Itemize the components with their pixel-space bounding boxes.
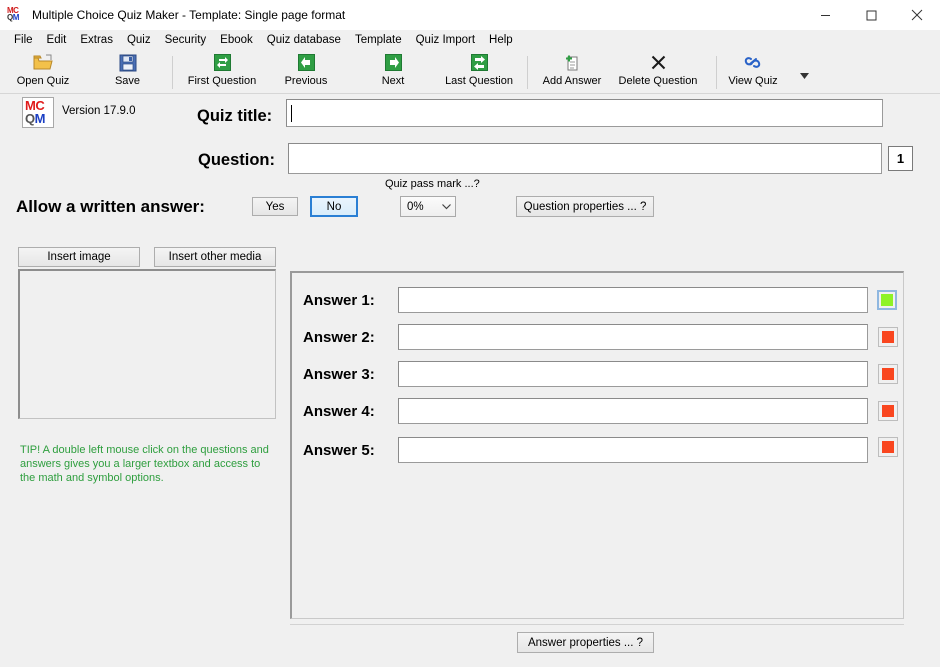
- toolbar-delete-question-button[interactable]: Delete Question: [612, 53, 704, 91]
- close-icon: [911, 9, 923, 21]
- toolbar-add-answer-button[interactable]: Add Answer: [538, 53, 606, 91]
- question-properties-button[interactable]: Question properties ... ?: [516, 196, 654, 217]
- app-window: MC QM Multiple Choice Quiz Maker - Templ…: [0, 0, 940, 667]
- link-chain-icon: [744, 53, 762, 72]
- answer-5-input[interactable]: [398, 437, 868, 463]
- answer-2-correct-toggle[interactable]: [878, 327, 898, 347]
- menu-bar: File Edit Extras Quiz Security Ebook Qui…: [0, 30, 940, 50]
- answer-3-color-indicator: [882, 368, 894, 380]
- window-controls: [802, 0, 940, 30]
- toolbar-separator-2: [527, 56, 528, 89]
- arrow-right-icon: [384, 53, 402, 72]
- allow-written-answer-label: Allow a written answer:: [16, 197, 205, 216]
- toolbar-previous-label: Previous: [284, 75, 328, 87]
- close-x-icon: [650, 53, 667, 72]
- answer-1-color-indicator: [881, 294, 893, 306]
- written-answer-no-button[interactable]: No: [310, 196, 358, 217]
- tip-text: TIP! A double left mouse click on the qu…: [20, 444, 269, 484]
- menu-item-extras[interactable]: Extras: [73, 32, 120, 48]
- open-folder-icon: [33, 53, 53, 72]
- app-logo-icon: MC QM: [7, 7, 23, 23]
- toolbar-open-quiz-button[interactable]: Open Quiz: [8, 53, 78, 91]
- toolbar-view-quiz-label: View Quiz: [728, 75, 778, 87]
- answer-properties-button[interactable]: Answer properties ... ?: [517, 632, 654, 653]
- answer-4-input[interactable]: [398, 398, 868, 424]
- toolbar-last-question-button[interactable]: Last Question: [440, 53, 518, 91]
- answer-5-label: Answer 5:: [303, 442, 375, 459]
- answer-3-label: Answer 3:: [303, 366, 375, 383]
- pass-mark-label: Quiz pass mark ...?: [385, 178, 480, 190]
- product-logo-qm-text: QM: [25, 111, 45, 126]
- toolbar-last-question-label: Last Question: [445, 75, 513, 87]
- answer-3-correct-toggle[interactable]: [878, 364, 898, 384]
- answer-1-label: Answer 1:: [303, 292, 375, 309]
- menu-item-help[interactable]: Help: [482, 32, 520, 48]
- toolbar-add-answer-label: Add Answer: [542, 75, 602, 87]
- pass-mark-select[interactable]: 0%: [400, 196, 456, 217]
- answer-4-color-indicator: [882, 405, 894, 417]
- app-logo-qm-text: QM: [7, 13, 19, 22]
- answer-4-correct-toggle[interactable]: [878, 401, 898, 421]
- product-logo: MC QM: [22, 97, 54, 128]
- answer-5-correct-toggle[interactable]: [878, 437, 898, 457]
- toolbar-next-label: Next: [381, 75, 405, 87]
- maximize-icon: [866, 10, 876, 20]
- menu-item-quiz-import[interactable]: Quiz Import: [409, 32, 482, 48]
- question-input[interactable]: [288, 143, 882, 174]
- minimize-button[interactable]: [802, 0, 848, 30]
- toolbar: Open Quiz Save First Question Previous N…: [0, 50, 940, 94]
- bottom-divider: [290, 624, 904, 625]
- floppy-disk-icon: [119, 53, 137, 72]
- first-question-icon: [213, 53, 231, 72]
- answer-4-label: Answer 4:: [303, 403, 375, 420]
- media-preview-area[interactable]: [18, 269, 276, 419]
- answer-5-color-indicator: [882, 441, 894, 453]
- toolbar-open-quiz-label: Open Quiz: [16, 75, 70, 87]
- toolbar-delete-question-label: Delete Question: [618, 75, 698, 87]
- answer-1-input[interactable]: [398, 287, 868, 313]
- toolbar-previous-button[interactable]: Previous: [272, 53, 340, 91]
- answer-3-input[interactable]: [398, 361, 868, 387]
- text-cursor: [291, 105, 292, 122]
- menu-item-file[interactable]: File: [7, 32, 40, 48]
- menu-item-template[interactable]: Template: [348, 32, 409, 48]
- close-button[interactable]: [894, 0, 940, 30]
- answer-1-correct-toggle[interactable]: [877, 290, 897, 310]
- insert-image-button[interactable]: Insert image: [18, 247, 140, 267]
- chevron-down-icon: [799, 73, 809, 79]
- quiz-title-label: Quiz title:: [197, 107, 273, 125]
- chevron-down-icon: [437, 203, 455, 210]
- version-label: Version 17.9.0: [62, 105, 136, 117]
- answer-2-input[interactable]: [398, 324, 868, 350]
- title-bar: MC QM Multiple Choice Quiz Maker - Templ…: [0, 0, 940, 30]
- quiz-title-input[interactable]: [286, 99, 883, 127]
- menu-item-quiz[interactable]: Quiz: [120, 32, 158, 48]
- question-label: Question:: [198, 151, 275, 169]
- toolbar-save-label: Save: [114, 75, 141, 87]
- answer-2-color-indicator: [882, 331, 894, 343]
- toolbar-next-button[interactable]: Next: [362, 53, 424, 91]
- minimize-icon: [820, 14, 830, 16]
- written-answer-yes-button[interactable]: Yes: [252, 197, 298, 216]
- insert-other-media-button[interactable]: Insert other media: [154, 247, 276, 267]
- toolbar-first-question-label: First Question: [187, 75, 257, 87]
- pass-mark-value: 0%: [407, 200, 424, 213]
- window-title: Multiple Choice Quiz Maker - Template: S…: [32, 8, 346, 22]
- menu-item-edit[interactable]: Edit: [40, 32, 74, 48]
- menu-item-security[interactable]: Security: [158, 32, 214, 48]
- toolbar-first-question-button[interactable]: First Question: [183, 53, 261, 91]
- toolbar-overflow-button[interactable]: [798, 70, 810, 82]
- toolbar-save-button[interactable]: Save: [95, 53, 160, 91]
- maximize-button[interactable]: [848, 0, 894, 30]
- menu-item-quiz-database[interactable]: Quiz database: [260, 32, 348, 48]
- add-answer-icon: [563, 53, 581, 72]
- last-question-icon: [470, 53, 488, 72]
- toolbar-view-quiz-button[interactable]: View Quiz: [724, 53, 782, 91]
- question-number-box[interactable]: 1: [888, 146, 913, 171]
- answer-2-label: Answer 2:: [303, 329, 375, 346]
- arrow-left-icon: [297, 53, 315, 72]
- menu-item-ebook[interactable]: Ebook: [213, 32, 260, 48]
- toolbar-separator-1: [172, 56, 173, 89]
- toolbar-separator-3: [716, 56, 717, 89]
